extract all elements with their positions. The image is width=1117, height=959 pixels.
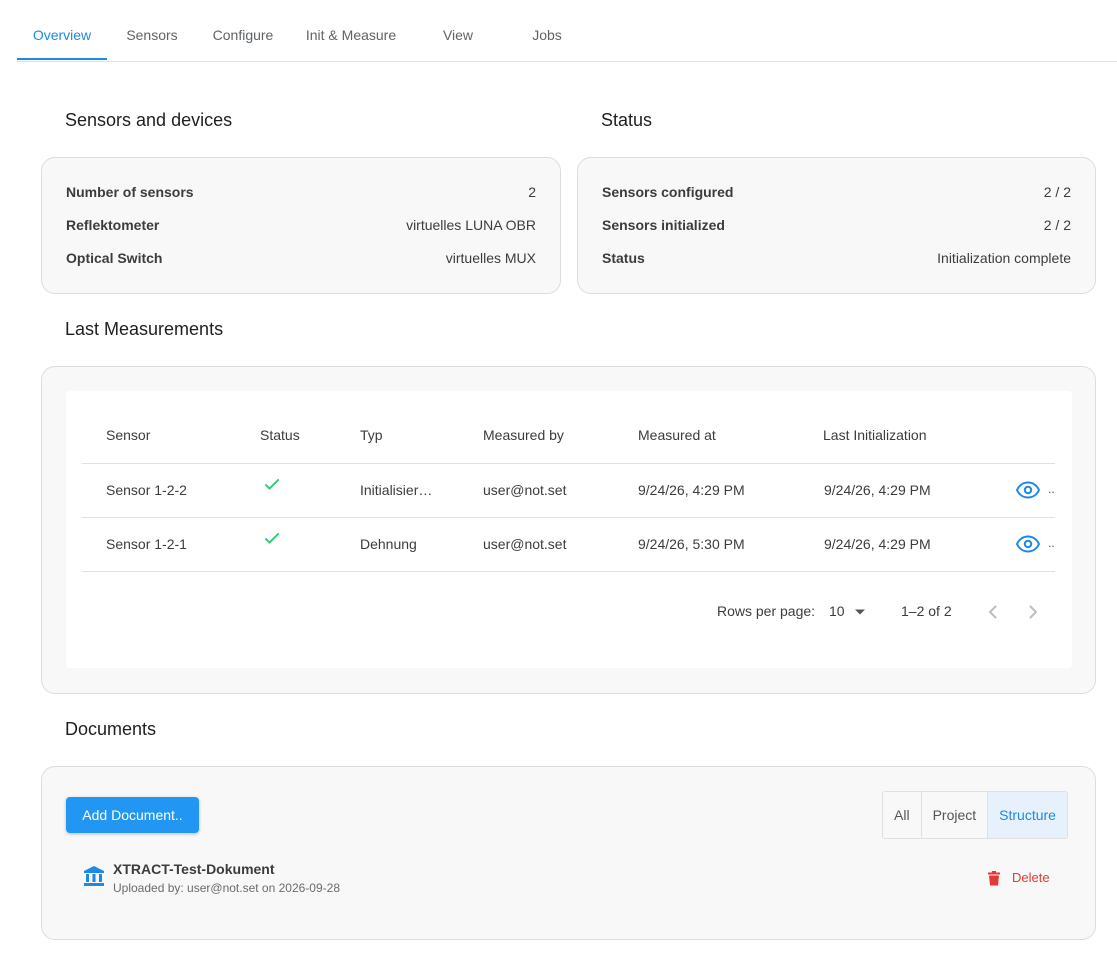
cell-last-initialization: 9/24/26, 4:29 PM bbox=[824, 482, 931, 498]
kv-key: Number of sensors bbox=[66, 184, 194, 200]
rows-per-page-select[interactable]: 10 bbox=[829, 603, 866, 619]
delete-label: Delete bbox=[1012, 870, 1050, 885]
cell-measured-at: 9/24/26, 4:29 PM bbox=[638, 482, 745, 498]
kv-row: Sensors configured 2 / 2 bbox=[602, 184, 1071, 204]
tab-sensors[interactable]: Sensors bbox=[114, 0, 190, 60]
pagination-range: 1–2 of 2 bbox=[901, 603, 952, 619]
cell-measured-at: 9/24/26, 5:30 PM bbox=[638, 536, 745, 552]
measurements-card: Sensor Status Typ Measured by Measured a… bbox=[41, 366, 1096, 694]
filter-structure[interactable]: Structure bbox=[988, 792, 1067, 838]
sensors-section-title: Sensors and devices bbox=[65, 110, 233, 130]
chevron-right-icon[interactable] bbox=[1027, 604, 1039, 620]
cell-measured-by: user@not.set bbox=[483, 536, 567, 552]
rows-per-page-value: 10 bbox=[829, 603, 845, 619]
kv-row: Number of sensors 2 bbox=[66, 184, 536, 204]
add-document-button[interactable]: Add Document.. bbox=[66, 797, 199, 833]
kv-key: Status bbox=[602, 250, 645, 266]
check-icon bbox=[264, 478, 280, 490]
chevron-left-icon[interactable] bbox=[987, 604, 999, 620]
cell-measured-by: user@not.set bbox=[483, 482, 567, 498]
document-meta: Uploaded by: user@not.set on 2026-09-28 bbox=[113, 881, 340, 895]
rows-per-page-label: Rows per page: bbox=[717, 603, 816, 619]
table-row[interactable]: Sensor 1-2-1 Dehnung user@not.set 9/24/2… bbox=[82, 517, 1055, 572]
kv-key: Reflektometer bbox=[66, 217, 160, 233]
filter-all[interactable]: All bbox=[883, 792, 922, 838]
column-header-sensor[interactable]: Sensor bbox=[106, 427, 150, 443]
documents-section-title: Documents bbox=[65, 719, 157, 739]
building-icon bbox=[84, 866, 104, 886]
kv-row: Status Initialization complete bbox=[602, 250, 1071, 270]
document-name[interactable]: XTRACT-Test-Dokument bbox=[113, 861, 275, 877]
tab-init-measure[interactable]: Init & Measure bbox=[299, 0, 403, 60]
kv-value: 2 bbox=[528, 184, 536, 200]
kv-key: Sensors configured bbox=[602, 184, 734, 200]
cell-sensor: Sensor 1-2-1 bbox=[106, 536, 187, 552]
cell-typ: Dehnung bbox=[360, 536, 417, 552]
tab-jobs[interactable]: Jobs bbox=[513, 0, 581, 60]
table-row[interactable]: Sensor 1-2-2 Initialisier… user@not.set … bbox=[82, 463, 1055, 518]
document-item[interactable]: XTRACT-Test-Dokument Uploaded by: user@n… bbox=[82, 859, 1062, 899]
cell-typ: Initialisier… bbox=[360, 482, 433, 498]
status-card: Sensors configured 2 / 2 Sensors initial… bbox=[577, 157, 1096, 294]
filter-project[interactable]: Project bbox=[922, 792, 989, 838]
table-bottom-divider bbox=[82, 571, 1055, 573]
trash-icon bbox=[988, 871, 1000, 886]
documents-card: Add Document.. All Project Structure XTR… bbox=[41, 766, 1096, 940]
column-header-last-initialization[interactable]: Last Initialization bbox=[823, 427, 927, 443]
row-overflow-text[interactable]: .. bbox=[1048, 482, 1055, 496]
cell-sensor: Sensor 1-2-2 bbox=[106, 482, 187, 498]
kv-value: 2 / 2 bbox=[1043, 217, 1071, 233]
kv-key: Sensors initialized bbox=[602, 217, 725, 233]
tab-view[interactable]: View bbox=[423, 0, 493, 60]
kv-row: Optical Switch virtuelles MUX bbox=[66, 250, 536, 270]
kv-value: 2 / 2 bbox=[1043, 184, 1071, 200]
check-icon bbox=[264, 532, 280, 544]
kv-key: Optical Switch bbox=[66, 250, 163, 266]
column-header-status[interactable]: Status bbox=[260, 427, 300, 443]
column-header-measured-by[interactable]: Measured by bbox=[483, 427, 564, 443]
tab-overview[interactable]: Overview bbox=[17, 0, 107, 60]
eye-icon[interactable] bbox=[1016, 535, 1040, 553]
cell-last-initialization: 9/24/26, 4:29 PM bbox=[824, 536, 931, 552]
kv-row: Sensors initialized 2 / 2 bbox=[602, 217, 1071, 237]
kv-value: virtuelles MUX bbox=[445, 250, 536, 266]
tab-configure[interactable]: Configure bbox=[203, 0, 283, 60]
chevron-down-icon bbox=[855, 609, 866, 615]
column-header-typ[interactable]: Typ bbox=[360, 427, 383, 443]
tab-bar: Overview Sensors Configure Init & Measur… bbox=[17, 0, 1117, 62]
kv-value: Initialization complete bbox=[937, 250, 1071, 266]
measurements-section-title: Last Measurements bbox=[65, 319, 224, 339]
measurements-table: Sensor Status Typ Measured by Measured a… bbox=[66, 391, 1072, 668]
kv-value: virtuelles LUNA OBR bbox=[406, 217, 536, 233]
row-overflow-text[interactable]: .. bbox=[1048, 536, 1055, 550]
sensors-card: Number of sensors 2 Reflektometer virtue… bbox=[41, 157, 561, 294]
kv-row: Reflektometer virtuelles LUNA OBR bbox=[66, 217, 536, 237]
document-filter-group: All Project Structure bbox=[882, 791, 1068, 839]
column-header-measured-at[interactable]: Measured at bbox=[638, 427, 716, 443]
eye-icon[interactable] bbox=[1016, 481, 1040, 499]
status-section-title: Status bbox=[601, 110, 653, 130]
